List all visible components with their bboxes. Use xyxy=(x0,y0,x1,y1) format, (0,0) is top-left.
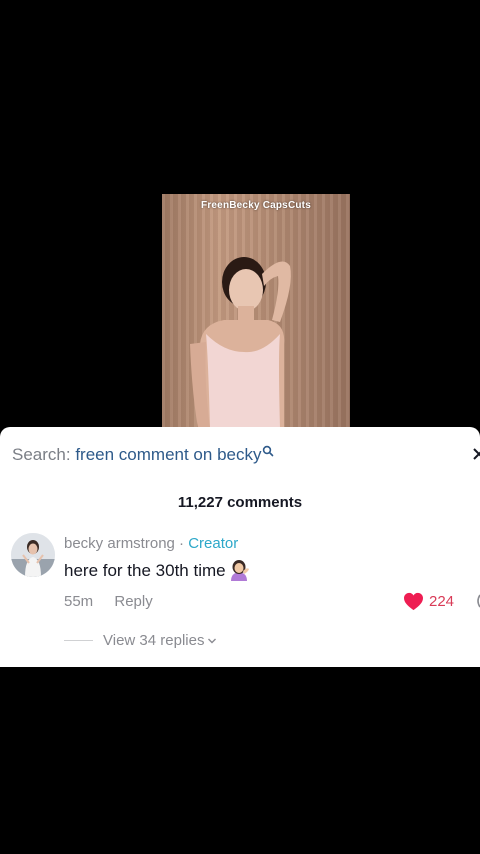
reply-button[interactable]: Reply xyxy=(114,593,152,610)
comment-meta: 55m Reply xyxy=(64,593,153,610)
heart-icon xyxy=(404,592,423,611)
video-watermark: FreenBecky CapsCuts xyxy=(201,200,311,211)
separator-dot: · xyxy=(179,535,185,552)
creator-badge: Creator xyxy=(188,535,239,552)
comments-sheet: Search: freen comment on becky 11,227 co… xyxy=(0,427,480,667)
dislike-icon[interactable] xyxy=(474,593,480,609)
view-replies-button[interactable]: View 34 replies xyxy=(64,632,217,649)
comment-author[interactable]: becky armstrong xyxy=(64,535,175,552)
avatar[interactable] xyxy=(11,533,55,577)
search-prefix: Search: xyxy=(12,445,71,464)
chevron-down-icon xyxy=(208,638,217,643)
search-icon xyxy=(263,445,274,457)
video-player[interactable]: FreenBecky CapsCuts xyxy=(162,194,350,428)
comment-text-row: here for the 30th time xyxy=(64,559,250,581)
comment-count: 11,227 comments xyxy=(177,494,303,511)
comment-author-row: becky armstrong · Creator xyxy=(64,535,238,552)
replies-divider xyxy=(64,640,93,641)
close-icon[interactable] xyxy=(472,447,480,463)
comment-text: here for the 30th time xyxy=(64,561,226,580)
like-count: 224 xyxy=(429,593,455,610)
search-term-link[interactable]: freen comment on becky xyxy=(75,445,261,464)
comment-age: 55m xyxy=(64,593,94,610)
avatar-image xyxy=(11,533,55,577)
like-button[interactable]: 224 xyxy=(403,592,454,611)
view-replies-label: View 34 replies xyxy=(103,632,205,649)
video-frame-image xyxy=(190,257,291,428)
woman-tipping-hand-emoji-icon xyxy=(230,559,249,581)
search-suggestion[interactable]: Search: freen comment on becky xyxy=(12,445,274,465)
